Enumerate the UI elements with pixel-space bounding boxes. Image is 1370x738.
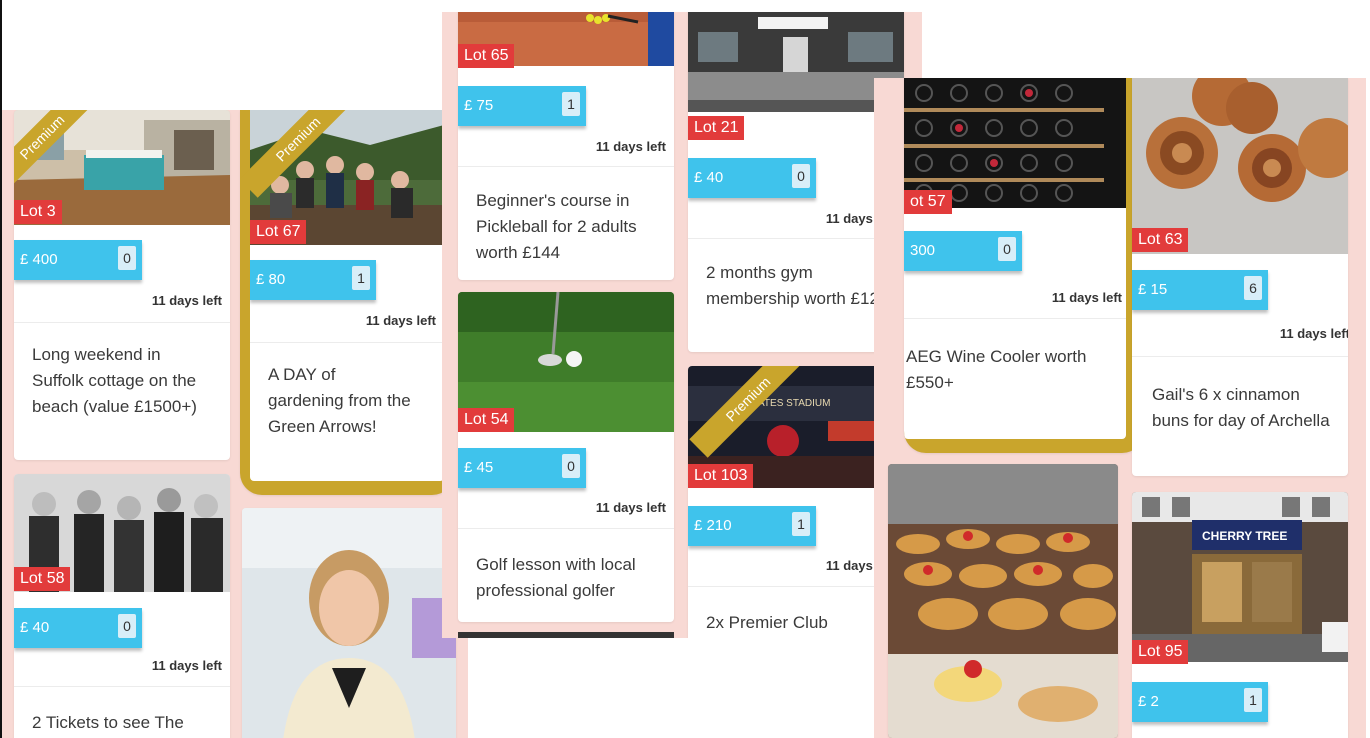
- bid-count: 1: [352, 266, 370, 290]
- lot-title[interactable]: AEG Wine Cooler worth £550+: [906, 344, 1112, 396]
- bid-count: 1: [792, 512, 810, 536]
- lot-number-badge: Lot 54: [458, 408, 515, 432]
- bid-price: £ 75: [464, 97, 494, 114]
- divider: [904, 318, 1126, 319]
- current-bid-bar[interactable]: £ 40 0: [14, 608, 142, 648]
- lot-number-badge: Lot 95: [1132, 640, 1189, 664]
- days-left: 11 days left: [1051, 290, 1122, 305]
- days-left: 11 days left: [151, 658, 222, 673]
- bid-count: 0: [792, 164, 810, 188]
- bid-price: 300: [910, 242, 936, 259]
- shop-sign: CHERRY TREE: [1202, 529, 1287, 543]
- lot-number-badge: Lot 67: [250, 220, 307, 244]
- days-left: 11 days left: [151, 293, 222, 308]
- bid-count: 0: [118, 614, 136, 638]
- bid-price: £ 15: [1138, 281, 1168, 298]
- bid-count: 1: [1244, 688, 1262, 712]
- stadium-sign: ATES STADIUM: [758, 398, 830, 409]
- divider: [1132, 356, 1348, 357]
- current-bid-bar[interactable]: £ 210 1: [688, 506, 816, 546]
- divider: [250, 342, 444, 343]
- auction-screenshot-panel-2: Lot 65 £ 75 1 11 days left Beginner's co…: [442, 12, 922, 638]
- divider: [14, 322, 230, 323]
- bid-price: £ 2: [1138, 693, 1159, 710]
- lot-image: [888, 464, 1118, 738]
- lot-card-54[interactable]: Lot 54 £ 45 0 11 days left Golf lesson w…: [458, 292, 674, 622]
- divider: [688, 586, 904, 587]
- lot-title[interactable]: A DAY of gardening from the Green Arrows…: [268, 362, 414, 440]
- current-bid-bar[interactable]: £ 75 1: [458, 86, 586, 126]
- lot-number-badge: Lot 103: [688, 464, 754, 488]
- bid-count: 1: [562, 92, 580, 116]
- divider: [458, 166, 674, 167]
- lot-number-badge: ot 57: [904, 190, 952, 214]
- lot-image: [904, 78, 1126, 208]
- lot-card-21[interactable]: Lot 21 £ 40 0 11 days left 2 months gym …: [688, 12, 904, 352]
- lot-number-badge: Lot 58: [14, 567, 71, 591]
- lot-title[interactable]: Beginner's course in Pickleball for 2 ad…: [476, 188, 660, 266]
- lot-title[interactable]: Golf lesson with local professional golf…: [476, 552, 660, 604]
- card-inner: ot 57 300 0 11 days left AEG Wine Cooler…: [904, 78, 1126, 439]
- current-bid-bar[interactable]: £ 15 6: [1132, 270, 1268, 310]
- days-left: 11 days left: [365, 313, 436, 328]
- lot-title[interactable]: Gail's 6 x cinnamon buns for day of Arch…: [1152, 382, 1334, 434]
- current-bid-bar[interactable]: £ 45 0: [458, 448, 586, 488]
- lot-card-58[interactable]: Lot 58 £ 40 0 11 days left 2 Tickets to …: [14, 474, 230, 738]
- divider: [14, 686, 230, 687]
- lot-title[interactable]: 2 Tickets to see The: [32, 710, 216, 736]
- lot-image: CHERRY TREE: [1132, 492, 1348, 662]
- bid-price: £ 40: [20, 619, 50, 636]
- bid-count: 6: [1244, 276, 1262, 300]
- bid-price: £ 40: [694, 169, 724, 186]
- days-left: 11 days left: [595, 500, 666, 515]
- lot-title[interactable]: 2x Premier Club: [706, 610, 890, 636]
- bid-count: 0: [998, 237, 1016, 261]
- bid-price: £ 400: [20, 251, 58, 268]
- lot-card-portrait[interactable]: [242, 508, 456, 738]
- current-bid-bar[interactable]: £ 40 0: [688, 158, 816, 198]
- auction-screenshot-panel-3: ot 57 300 0 11 days left AEG Wine Cooler…: [874, 78, 1366, 738]
- lot-number-badge: Lot 65: [458, 44, 515, 68]
- bid-price: £ 210: [694, 517, 732, 534]
- lot-card-pastries[interactable]: [888, 464, 1118, 738]
- lot-number-badge: Lot 3: [14, 200, 62, 224]
- days-left: 11 days left: [1279, 326, 1348, 341]
- lot-title[interactable]: 2 months gym membership worth £120: [706, 260, 890, 312]
- lot-number-badge: Lot 63: [1132, 228, 1189, 252]
- lot-number-badge: Lot 21: [688, 116, 745, 140]
- days-left: 11 days left: [595, 139, 666, 154]
- current-bid-bar[interactable]: £ 400 0: [14, 240, 142, 280]
- auction-screenshot-panel-1: Premium Lot 3 £ 400 0 11 days left Long …: [2, 110, 468, 738]
- current-bid-bar[interactable]: £ 80 1: [250, 260, 376, 300]
- lot-card-57[interactable]: ot 57 300 0 11 days left AEG Wine Cooler…: [904, 78, 1144, 453]
- bid-count: 0: [562, 454, 580, 478]
- lot-image: [688, 12, 904, 112]
- lot-card-103[interactable]: ATES STADIUM Premium Lot 103 £ 210 1 11 …: [688, 366, 904, 638]
- lot-card-95[interactable]: CHERRY TREE Lot 95 £ 2 1: [1132, 492, 1348, 738]
- lot-card-63[interactable]: Lot 63 £ 15 6 11 days left Gail's 6 x ci…: [1132, 78, 1348, 476]
- lot-title[interactable]: Long weekend in Suffolk cottage on the b…: [32, 342, 216, 420]
- divider: [458, 528, 674, 529]
- current-bid-bar[interactable]: 300 0: [904, 231, 1022, 271]
- current-bid-bar[interactable]: £ 2 1: [1132, 682, 1268, 722]
- lot-card-3[interactable]: Premium Lot 3 £ 400 0 11 days left Long …: [14, 110, 230, 460]
- divider: [688, 238, 904, 239]
- lot-card-65[interactable]: Lot 65 £ 75 1 11 days left Beginner's co…: [458, 12, 674, 280]
- bid-price: £ 45: [464, 459, 494, 476]
- next-card-edge: [458, 632, 674, 638]
- bid-price: £ 80: [256, 271, 286, 288]
- bid-count: 0: [118, 246, 136, 270]
- lot-image: [242, 508, 456, 738]
- lot-card-67[interactable]: Lot 67 £ 80 1 11 days left A DAY of gard…: [240, 110, 454, 495]
